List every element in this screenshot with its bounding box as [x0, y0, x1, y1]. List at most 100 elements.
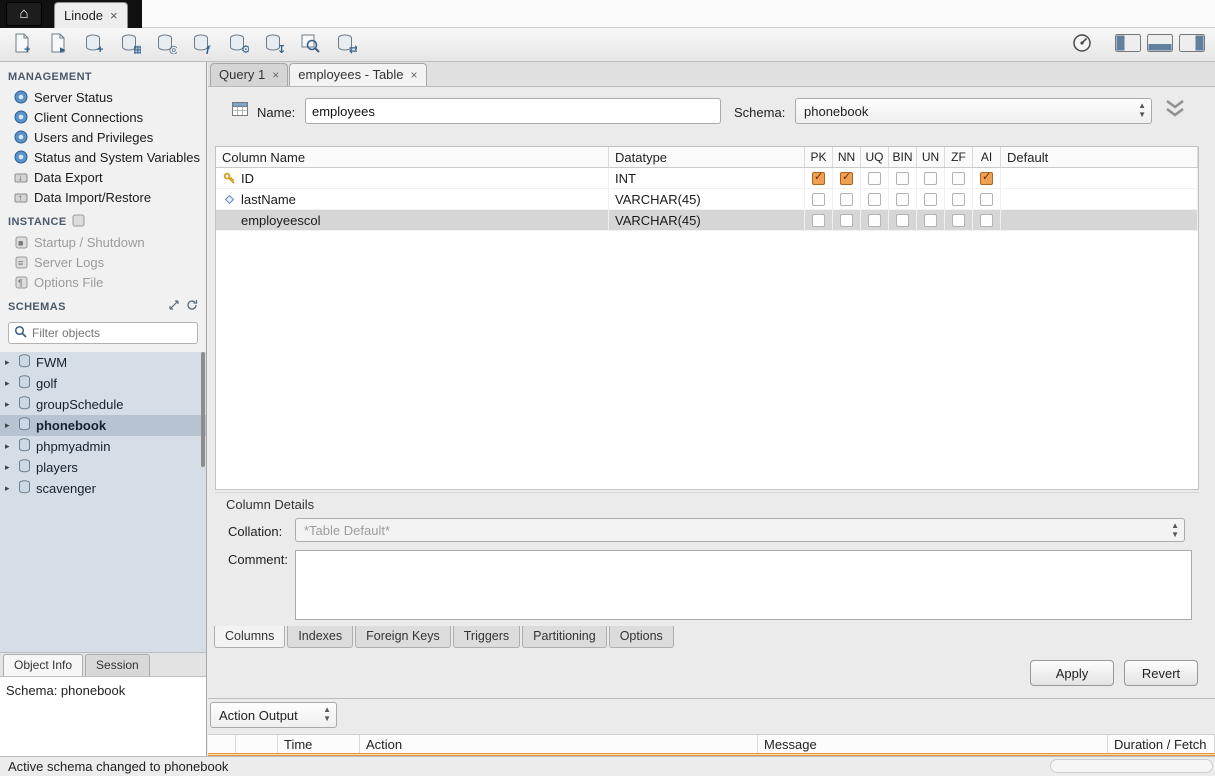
close-icon[interactable]: ×: [411, 68, 418, 82]
column-header-ai[interactable]: AI: [973, 147, 1001, 167]
checkbox-ai[interactable]: [980, 172, 993, 185]
sidebar-item-status-and-system-variables[interactable]: Status and System Variables: [0, 147, 206, 167]
checkbox-ai[interactable]: [980, 193, 993, 206]
toggle-secondary-sidebar-icon-button[interactable]: [1178, 31, 1205, 58]
column-header-zf[interactable]: ZF: [945, 147, 973, 167]
checkbox-zf[interactable]: [952, 214, 965, 227]
editor-tab-options[interactable]: Options: [609, 626, 674, 648]
column-row-employeescol[interactable]: employeescolVARCHAR(45): [216, 210, 1198, 231]
checkbox-nn[interactable]: [840, 193, 853, 206]
panel-splitter[interactable]: [208, 698, 1215, 699]
editor-tab-partitioning[interactable]: Partitioning: [522, 626, 607, 648]
output-col-duration-fetch[interactable]: Duration / Fetch: [1108, 735, 1215, 753]
toggle-sidebar-icon-button[interactable]: [1114, 31, 1141, 58]
dashboard-icon-button[interactable]: [1068, 31, 1095, 58]
checkbox-zf[interactable]: [952, 193, 965, 206]
schema-filter[interactable]: [8, 322, 198, 344]
schema-item-golf[interactable]: ▸golf: [0, 373, 206, 394]
modify-server-icon-button[interactable]: ⚙: [224, 31, 251, 58]
column-header-pk[interactable]: PK: [805, 147, 833, 167]
expand-panel-icon[interactable]: [168, 302, 180, 314]
checkbox-un[interactable]: [924, 214, 937, 227]
column-header-nn[interactable]: NN: [833, 147, 861, 167]
connection-tab[interactable]: Linode ×: [54, 2, 128, 28]
column-header-datatype[interactable]: Datatype: [609, 147, 805, 167]
column-datatype-cell[interactable]: VARCHAR(45): [609, 189, 805, 209]
column-default-cell[interactable]: [1001, 168, 1198, 188]
close-icon[interactable]: ×: [110, 8, 118, 23]
apply-button[interactable]: Apply: [1030, 660, 1114, 686]
sidebar-item-data-export[interactable]: ↓Data Export: [0, 167, 206, 187]
sidebar-tab-session[interactable]: Session: [85, 654, 150, 676]
checkbox-nn[interactable]: [840, 172, 853, 185]
output-col-blank[interactable]: [208, 735, 236, 753]
expander-arrow-icon[interactable]: ▸: [5, 420, 13, 431]
home-tab-button[interactable]: ⌂: [6, 2, 42, 26]
create-view-icon-button[interactable]: ◎: [152, 31, 179, 58]
editor-tab-foreign-keys[interactable]: Foreign Keys: [355, 626, 451, 648]
column-datatype-cell[interactable]: VARCHAR(45): [609, 210, 805, 230]
expander-arrow-icon[interactable]: ▸: [5, 399, 13, 410]
checkbox-un[interactable]: [924, 193, 937, 206]
sidebar-tab-object-info[interactable]: Object Info: [3, 654, 83, 676]
schema-item-fwm[interactable]: ▸FWM: [0, 352, 206, 373]
checkbox-nn[interactable]: [840, 214, 853, 227]
column-header-default[interactable]: Default: [1001, 147, 1198, 167]
schema-item-scavenger[interactable]: ▸scavenger: [0, 478, 206, 499]
output-col-time[interactable]: Time: [278, 735, 360, 753]
sidebar-scrollbar[interactable]: [201, 352, 205, 467]
checkbox-bin[interactable]: [896, 172, 909, 185]
new-sql-tab-icon-button[interactable]: +: [8, 31, 35, 58]
collapse-header-button[interactable]: [1158, 98, 1192, 122]
horizontal-scrollbar[interactable]: [1050, 759, 1213, 773]
schema-combobox[interactable]: phonebook ▲▼: [795, 98, 1152, 124]
tab-employees-table[interactable]: employees - Table×: [289, 63, 426, 86]
sidebar-item-data-import-restore[interactable]: ↑Data Import/Restore: [0, 187, 206, 207]
sidebar-item-options-file[interactable]: ¶Options File: [0, 272, 206, 292]
collation-combobox[interactable]: *Table Default* ▲▼: [295, 518, 1185, 542]
column-header-un[interactable]: UN: [917, 147, 945, 167]
revert-button[interactable]: Revert: [1124, 660, 1198, 686]
data-export-tool-icon-button[interactable]: ↧: [260, 31, 287, 58]
column-row-id[interactable]: IDINT: [216, 168, 1198, 189]
sidebar-item-server-status[interactable]: Server Status: [0, 87, 206, 107]
column-header-column-name[interactable]: Column Name: [216, 147, 609, 167]
expander-arrow-icon[interactable]: ▸: [5, 357, 13, 368]
checkbox-bin[interactable]: [896, 214, 909, 227]
checkbox-pk[interactable]: [812, 214, 825, 227]
table-search-icon-button[interactable]: [296, 31, 323, 58]
checkbox-uq[interactable]: [868, 172, 881, 185]
sidebar-item-users-and-privileges[interactable]: Users and Privileges: [0, 127, 206, 147]
checkbox-bin[interactable]: [896, 193, 909, 206]
checkbox-uq[interactable]: [868, 214, 881, 227]
schema-item-phonebook[interactable]: ▸phonebook: [0, 415, 206, 436]
checkbox-uq[interactable]: [868, 193, 881, 206]
checkbox-pk[interactable]: [812, 193, 825, 206]
migration-wizard-icon-button[interactable]: ⇄: [332, 31, 359, 58]
expander-arrow-icon[interactable]: ▸: [5, 483, 13, 494]
column-row-lastname[interactable]: lastNameVARCHAR(45): [216, 189, 1198, 210]
schema-filter-input[interactable]: [32, 326, 192, 340]
output-col-message[interactable]: Message: [758, 735, 1108, 753]
output-col-blank[interactable]: [236, 735, 278, 753]
checkbox-zf[interactable]: [952, 172, 965, 185]
output-col-action[interactable]: Action: [360, 735, 758, 753]
schema-item-players[interactable]: ▸players: [0, 457, 206, 478]
close-icon[interactable]: ×: [272, 68, 279, 82]
column-name-cell[interactable]: ID: [216, 168, 609, 188]
table-name-input[interactable]: [305, 98, 721, 124]
sidebar-item-startup-shutdown[interactable]: ■Startup / Shutdown: [0, 232, 206, 252]
refresh-schemas-icon[interactable]: [186, 302, 198, 314]
editor-tab-columns[interactable]: Columns: [214, 626, 285, 648]
sidebar-item-server-logs[interactable]: ≡Server Logs: [0, 252, 206, 272]
schema-item-groupschedule[interactable]: ▸groupSchedule: [0, 394, 206, 415]
expander-arrow-icon[interactable]: ▸: [5, 462, 13, 473]
column-name-cell[interactable]: lastName: [216, 189, 609, 209]
column-default-cell[interactable]: [1001, 189, 1198, 209]
create-routine-icon-button[interactable]: ƒ: [188, 31, 215, 58]
editor-tab-indexes[interactable]: Indexes: [287, 626, 353, 648]
output-selector-combobox[interactable]: Action Output ▲▼: [210, 702, 337, 728]
column-header-uq[interactable]: UQ: [861, 147, 889, 167]
open-sql-script-icon-button[interactable]: ▸: [44, 31, 71, 58]
toggle-output-icon-button[interactable]: [1146, 31, 1173, 58]
